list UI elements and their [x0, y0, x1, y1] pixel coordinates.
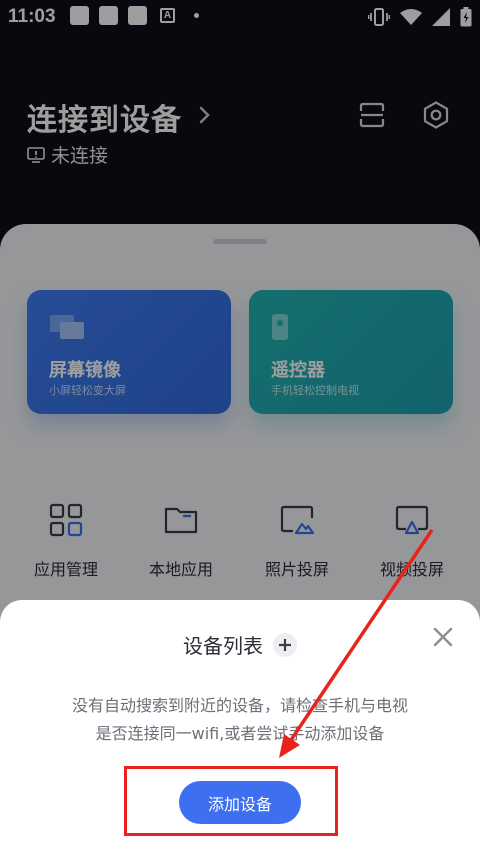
message-line: 是否连接同一wifi,或者尝试手动添加设备 [95, 724, 385, 743]
annotation-highlight-box [124, 766, 338, 836]
add-device-small-button[interactable] [273, 632, 297, 657]
empty-state-message: 没有自动搜索到附近的设备，请检查手机与电视 是否连接同一wifi,或者尝试手动添… [40, 692, 440, 748]
close-icon[interactable] [432, 626, 454, 648]
dialog-title: 设备列表 [183, 634, 263, 658]
dialog-header: 设备列表 [0, 630, 480, 659]
plus-icon [279, 638, 291, 651]
message-line: 没有自动搜索到附近的设备，请检查手机与电视 [71, 696, 408, 715]
